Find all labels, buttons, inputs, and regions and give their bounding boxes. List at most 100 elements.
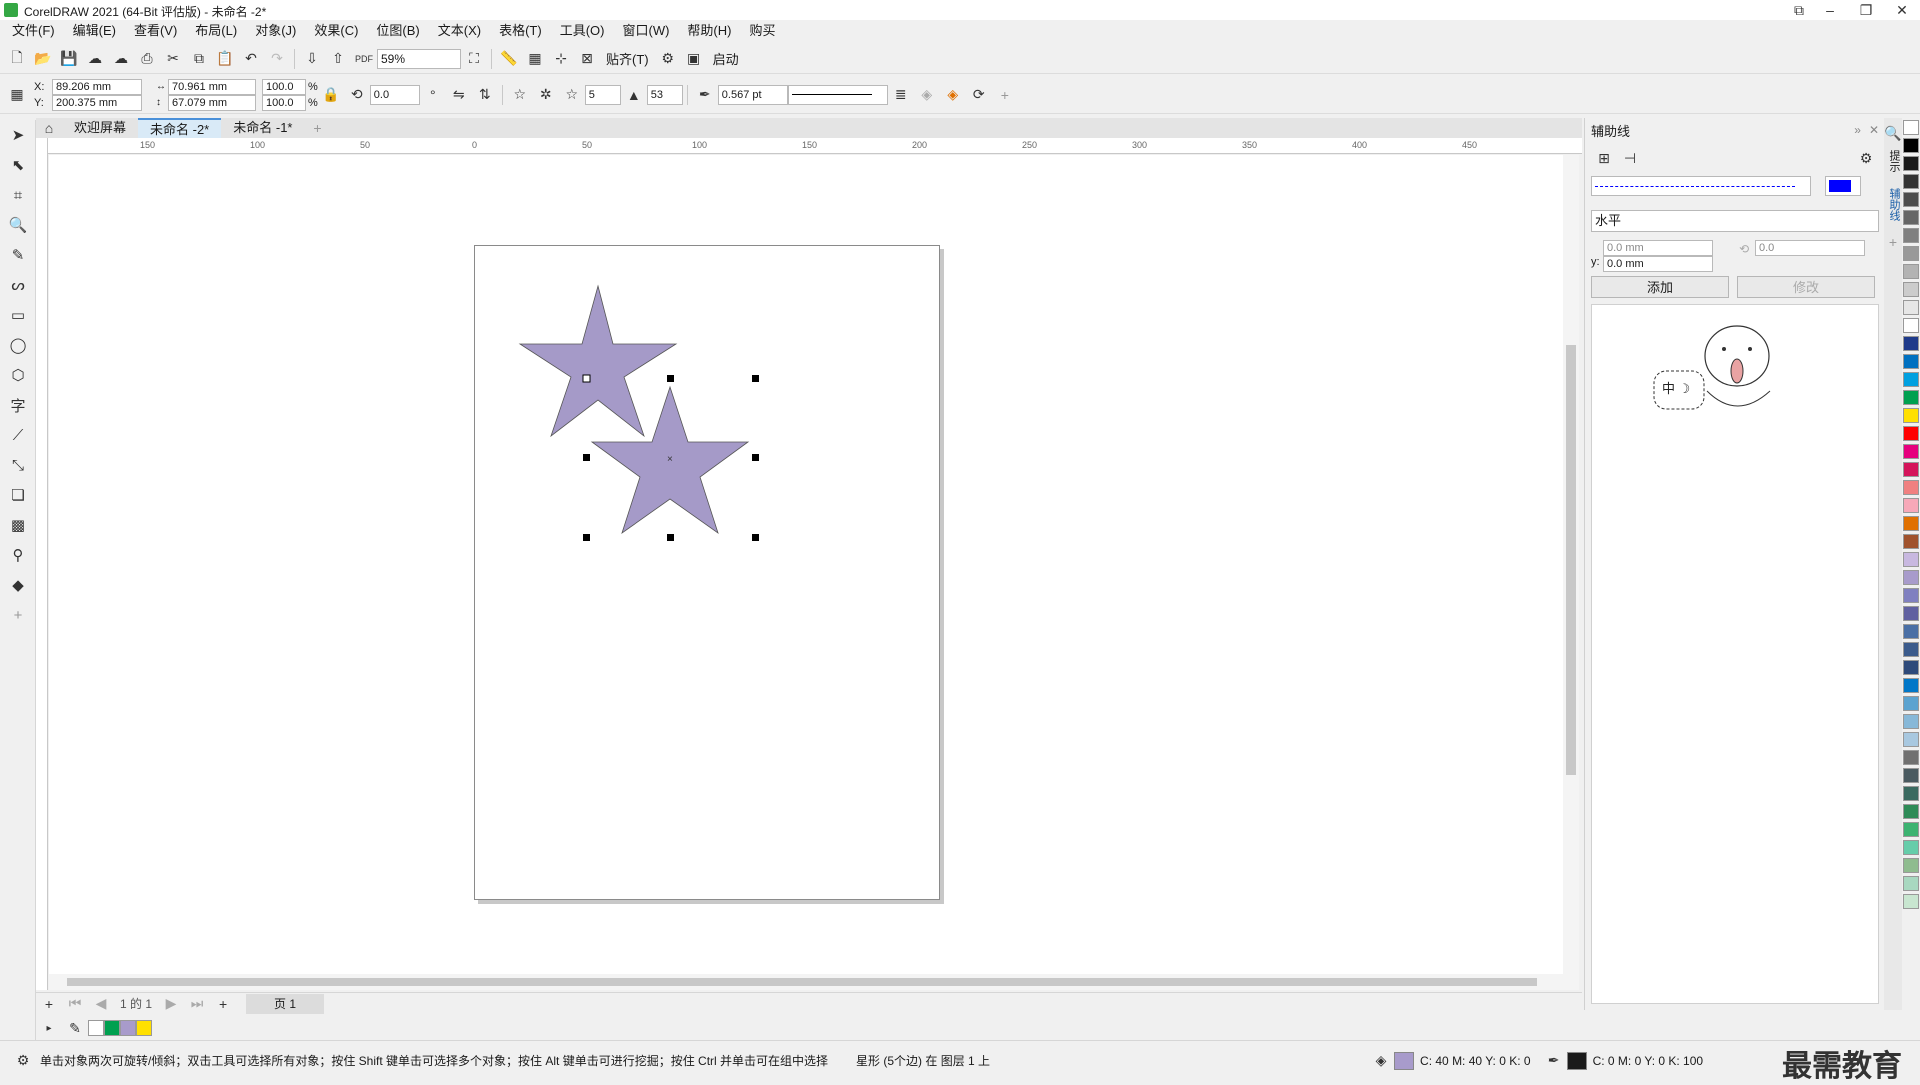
- guidelines-docker: 辅助线 » ✕ ⊞ ⊣ ⚙ 水平 0.0 mm y: 0.0 mm ⟲ 0.0 …: [1584, 118, 1884, 1010]
- palette-swatch-list: [1902, 120, 1920, 909]
- guideline-angle-field[interactable]: 0.0: [1755, 240, 1865, 256]
- guideline-y-field[interactable]: 0.0 mm: [1603, 256, 1713, 272]
- palette-color-swatch[interactable]: [1903, 426, 1919, 441]
- palette-color-swatch[interactable]: [1903, 480, 1919, 495]
- palette-swatch[interactable]: [136, 1020, 152, 1036]
- modify-guideline-button[interactable]: 修改: [1737, 276, 1875, 298]
- palette-color-swatch[interactable]: [1903, 138, 1919, 153]
- add-page-before-icon[interactable]: +: [38, 993, 60, 1015]
- palette-color-swatch[interactable]: [1903, 786, 1919, 801]
- fill-icon: ◈: [1375, 1052, 1387, 1068]
- palette-color-swatch[interactable]: [1903, 570, 1919, 585]
- palette-color-swatch[interactable]: [1903, 228, 1919, 243]
- palette-color-swatch[interactable]: [1903, 444, 1919, 459]
- guideline-x-field[interactable]: 0.0 mm: [1603, 240, 1713, 256]
- horizontal-scrollbar[interactable]: [49, 974, 1563, 990]
- next-page-icon[interactable]: ▶: [160, 993, 182, 1015]
- docker-tab-guidelines[interactable]: 辅助线: [1886, 188, 1902, 221]
- docker-tab-hints[interactable]: 提示: [1886, 150, 1902, 172]
- last-page-icon[interactable]: ⏭: [186, 993, 208, 1015]
- vertical-scrollbar[interactable]: [1563, 155, 1579, 990]
- guideline-list[interactable]: 中 ☽: [1591, 304, 1879, 1004]
- guideline-y-label: y:: [1591, 256, 1600, 268]
- palette-color-swatch[interactable]: [1903, 606, 1919, 621]
- docker-collapse-icon[interactable]: »: [1854, 123, 1861, 137]
- star-shape-1[interactable]: [518, 284, 678, 438]
- palette-color-swatch[interactable]: [1903, 246, 1919, 261]
- page-navigator: + ⏮ ◀ 1 的 1 ▶ ⏭ + 页 1: [36, 992, 1582, 1014]
- palette-color-swatch[interactable]: [1903, 552, 1919, 567]
- palette-color-swatch[interactable]: [1903, 642, 1919, 657]
- fill-color-swatch[interactable]: [1394, 1051, 1415, 1070]
- guideline-color-picker[interactable]: [1825, 176, 1861, 196]
- document-palette: ▸ ✎: [36, 1016, 1582, 1040]
- docker-add-icon[interactable]: +: [1882, 231, 1904, 253]
- color-palette: [1902, 118, 1920, 1010]
- palette-color-swatch[interactable]: [1903, 264, 1919, 279]
- palette-color-swatch[interactable]: [1903, 894, 1919, 909]
- palette-color-swatch[interactable]: [1903, 768, 1919, 783]
- palette-color-swatch[interactable]: [1903, 192, 1919, 207]
- guideline-preset-icon[interactable]: ⊞: [1593, 147, 1615, 169]
- palette-color-swatch[interactable]: [1903, 210, 1919, 225]
- watermark: 最需教育: [1782, 1050, 1902, 1083]
- status-hint: 单击对象两次可旋转/倾斜；双击工具可选择所有对象；按住 Shift 键单击可选择…: [40, 1054, 829, 1068]
- docker-title: 辅助线: [1591, 123, 1631, 139]
- palette-color-swatch[interactable]: [1903, 804, 1919, 819]
- palette-expand-icon[interactable]: ▸: [38, 1017, 60, 1039]
- add-page-after-icon[interactable]: +: [212, 993, 234, 1015]
- outline-cmyk: C: 0 M: 0 Y: 0 K: 100: [1592, 1053, 1704, 1068]
- palette-color-swatch[interactable]: [1903, 336, 1919, 351]
- palette-color-swatch[interactable]: [1903, 858, 1919, 873]
- palette-color-swatch[interactable]: [1903, 732, 1919, 747]
- palette-color-swatch[interactable]: [1903, 390, 1919, 405]
- palette-eyedropper-icon[interactable]: ✎: [64, 1017, 86, 1039]
- mascot-text: 中 ☽: [1662, 381, 1690, 396]
- palette-color-swatch[interactable]: [1903, 714, 1919, 729]
- guideline-line-style-select[interactable]: [1591, 176, 1811, 196]
- docker-close-icon[interactable]: ✕: [1869, 123, 1879, 137]
- horizontal-scroll-thumb[interactable]: [67, 978, 1537, 986]
- palette-color-swatch[interactable]: [1903, 462, 1919, 477]
- docker-tabs: 🔍 提示 辅助线 +: [1884, 118, 1902, 1010]
- guideline-options-gear-icon[interactable]: ⚙: [1855, 147, 1877, 169]
- guideline-orientation-select[interactable]: 水平: [1591, 210, 1879, 232]
- palette-swatch[interactable]: [120, 1020, 136, 1036]
- palette-color-swatch[interactable]: [1903, 300, 1919, 315]
- docker-search-icon[interactable]: 🔍: [1882, 122, 1904, 144]
- palette-color-swatch[interactable]: [1903, 534, 1919, 549]
- status-bar: ⚙ 单击对象两次可旋转/倾斜；双击工具可选择所有对象；按住 Shift 键单击可…: [0, 1040, 1920, 1083]
- palette-color-swatch[interactable]: [1903, 624, 1919, 639]
- palette-color-swatch[interactable]: [1903, 876, 1919, 891]
- palette-color-swatch[interactable]: [1903, 750, 1919, 765]
- guideline-type-icon[interactable]: ⊣: [1619, 147, 1641, 169]
- first-page-icon[interactable]: ⏮: [64, 993, 86, 1015]
- status-gear-icon[interactable]: ⚙: [12, 1050, 34, 1072]
- fill-cmyk: C: 40 M: 40 Y: 0 K: 0: [1420, 1053, 1531, 1068]
- page-tab-1[interactable]: 页 1: [246, 993, 325, 1014]
- no-fill-swatch[interactable]: [88, 1020, 104, 1036]
- outline-color-swatch[interactable]: [1566, 1051, 1587, 1070]
- palette-color-swatch[interactable]: [1903, 174, 1919, 189]
- page-count: 1 的 1: [120, 997, 153, 1011]
- palette-color-swatch[interactable]: [1903, 408, 1919, 423]
- palette-color-swatch[interactable]: [1903, 678, 1919, 693]
- palette-color-swatch[interactable]: [1903, 156, 1919, 171]
- palette-color-swatch[interactable]: [1903, 696, 1919, 711]
- palette-color-swatch[interactable]: [1903, 372, 1919, 387]
- palette-swatch[interactable]: [104, 1020, 120, 1036]
- palette-color-swatch[interactable]: [1903, 588, 1919, 603]
- palette-color-swatch[interactable]: [1903, 660, 1919, 675]
- outline-icon: ✒: [1547, 1052, 1560, 1068]
- palette-color-swatch[interactable]: [1903, 840, 1919, 855]
- palette-color-swatch[interactable]: [1903, 516, 1919, 531]
- vertical-scroll-thumb[interactable]: [1566, 345, 1576, 775]
- palette-color-swatch[interactable]: [1903, 318, 1919, 333]
- prev-page-icon[interactable]: ◀: [90, 993, 112, 1015]
- palette-color-swatch[interactable]: [1903, 120, 1919, 135]
- palette-color-swatch[interactable]: [1903, 282, 1919, 297]
- palette-color-swatch[interactable]: [1903, 498, 1919, 513]
- add-guideline-button[interactable]: 添加: [1591, 276, 1729, 298]
- palette-color-swatch[interactable]: [1903, 354, 1919, 369]
- palette-color-swatch[interactable]: [1903, 822, 1919, 837]
